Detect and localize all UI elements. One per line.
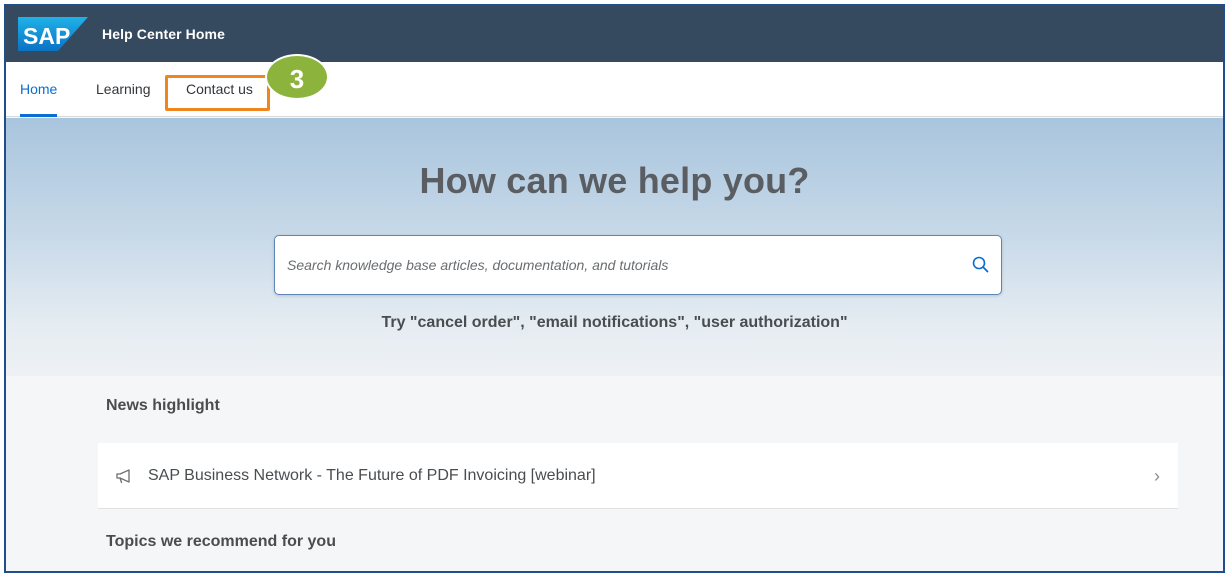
tab-learning[interactable]: Learning xyxy=(96,62,151,117)
tab-contact-us[interactable]: Contact us xyxy=(186,62,253,117)
shell-bar: SAP Help Center Home xyxy=(6,6,1223,62)
sap-logo-text: SAP xyxy=(23,23,70,49)
search-box xyxy=(274,235,1002,295)
chevron-right-icon: › xyxy=(1154,466,1160,486)
news-item-text: SAP Business Network - The Future of PDF… xyxy=(148,467,596,484)
tab-home-label: Home xyxy=(20,81,58,97)
hero-title: How can we help you? xyxy=(419,160,810,201)
app-frame: SAP Help Center Home Home Learning Conta… xyxy=(4,4,1225,573)
search-input[interactable] xyxy=(287,236,957,294)
tab-active-indicator xyxy=(20,114,58,117)
search-icon[interactable] xyxy=(971,255,991,275)
step-number-badge: 3 xyxy=(265,54,329,100)
tab-learning-label: Learning xyxy=(96,81,151,97)
app-title: Help Center Home xyxy=(102,26,225,42)
news-item[interactable]: SAP Business Network - The Future of PDF… xyxy=(98,443,1178,509)
hero-section: How can we help you? Try "cancel order",… xyxy=(6,118,1223,376)
news-highlight-heading: News highlight xyxy=(106,397,220,414)
tab-bar: Home Learning Contact us xyxy=(6,62,1223,117)
megaphone-icon xyxy=(114,466,134,486)
tab-home[interactable]: Home xyxy=(20,62,58,117)
sap-logo[interactable]: SAP xyxy=(18,17,88,51)
topics-heading: Topics we recommend for you xyxy=(106,533,336,550)
search-suggestions: Try "cancel order", "email notifications… xyxy=(381,314,848,331)
sap-logo-graphic: SAP xyxy=(18,17,88,51)
tab-contact-us-label: Contact us xyxy=(186,81,253,97)
